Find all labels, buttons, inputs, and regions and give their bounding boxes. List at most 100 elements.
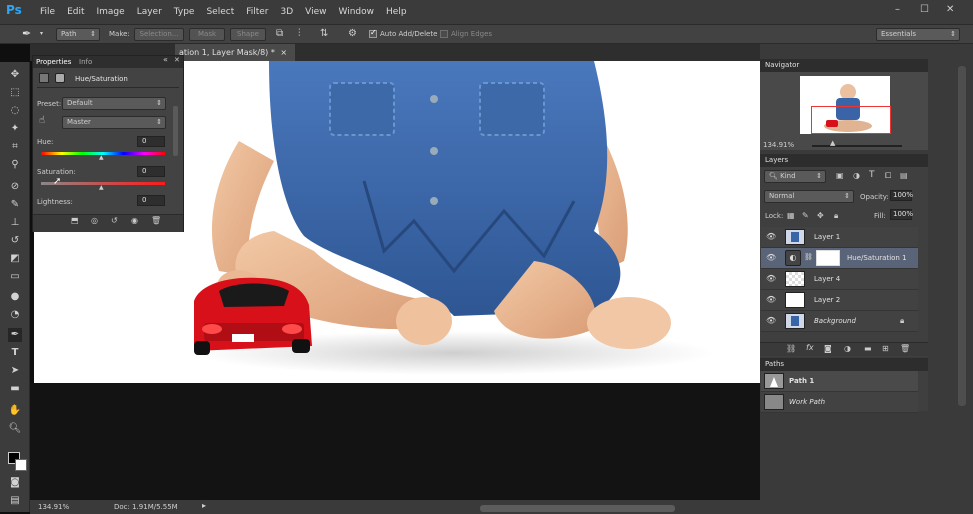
- layer-name[interactable]: Layer 2: [814, 296, 840, 304]
- menu-layer[interactable]: Layer: [137, 7, 162, 17]
- menu-file[interactable]: File: [40, 7, 55, 17]
- align-edges-checkbox[interactable]: [440, 30, 448, 38]
- layer-name[interactable]: Layer 4: [814, 275, 840, 283]
- menu-3d[interactable]: 3D: [281, 7, 294, 17]
- make-shape-button[interactable]: Shape: [230, 28, 266, 41]
- path-alignment-icon[interactable]: ⫶: [298, 28, 301, 39]
- delete-icon[interactable]: 🗑︎: [151, 216, 161, 225]
- crop-tool-icon[interactable]: ⌗: [8, 140, 22, 154]
- hand-tool-icon[interactable]: ✋: [8, 404, 22, 418]
- panel-collapse-icon[interactable]: «: [163, 55, 168, 64]
- lock-position-icon[interactable]: ✥: [817, 211, 824, 220]
- new-group-icon[interactable]: ▬: [864, 344, 872, 353]
- vertical-scrollbar[interactable]: [958, 66, 966, 406]
- status-menu-arrow-icon[interactable]: ▸: [202, 501, 206, 510]
- lock-transparency-icon[interactable]: ▦: [787, 211, 795, 220]
- layer-row-layer-2[interactable]: 👁︎ Layer 2: [761, 290, 918, 311]
- pen-tool-icon[interactable]: ✒: [22, 27, 31, 40]
- visibility-eye-icon[interactable]: ◉: [131, 216, 138, 225]
- hue-value-field[interactable]: 0: [137, 136, 165, 147]
- menu-select[interactable]: Select: [206, 7, 234, 17]
- fill-field[interactable]: 100%: [890, 209, 913, 220]
- zoom-level[interactable]: 134.91%: [38, 503, 69, 511]
- tool-preset-chevron-icon[interactable]: ▾: [40, 30, 43, 37]
- visibility-eye-icon[interactable]: 👁︎: [766, 232, 776, 241]
- zoom-tool-icon[interactable]: 🔍︎: [8, 422, 22, 436]
- new-adjustment-icon[interactable]: ◑: [844, 344, 851, 353]
- layer-name[interactable]: Background: [814, 317, 856, 325]
- menu-filter[interactable]: Filter: [246, 7, 268, 17]
- close-window-button[interactable]: ✕: [946, 4, 954, 15]
- lasso-tool-icon[interactable]: ◌: [8, 104, 22, 118]
- menu-edit[interactable]: Edit: [67, 7, 84, 17]
- reset-icon[interactable]: ↺: [111, 216, 118, 225]
- layer-row-hue-saturation-1[interactable]: 👁︎ ◐ ⛓ Hue/Saturation 1: [761, 248, 918, 269]
- mask-link-icon[interactable]: ⛓: [804, 253, 813, 261]
- layer-row-background[interactable]: 👁︎ Background 🔒︎: [761, 311, 918, 332]
- layer-mask-thumbnail[interactable]: [816, 250, 840, 266]
- healing-brush-tool-icon[interactable]: ⊘: [8, 180, 22, 194]
- delete-layer-icon[interactable]: 🗑︎: [900, 344, 910, 353]
- quick-mask-icon[interactable]: ◙: [8, 476, 22, 490]
- visibility-eye-icon[interactable]: 👁︎: [766, 253, 776, 262]
- horizontal-scrollbar[interactable]: [480, 505, 675, 512]
- clip-to-layer-icon[interactable]: ⬒: [71, 216, 79, 225]
- marquee-tool-icon[interactable]: ⬚: [8, 86, 22, 100]
- blur-tool-icon[interactable]: ●: [8, 290, 22, 304]
- hue-slider-thumb[interactable]: ▲: [99, 154, 104, 161]
- saturation-value-field[interactable]: 0: [137, 166, 165, 177]
- path-row-work-path[interactable]: Work Path: [761, 392, 918, 413]
- fx-icon[interactable]: fx: [806, 343, 814, 352]
- lock-all-icon[interactable]: 🔒︎: [834, 211, 838, 221]
- lightness-value-field[interactable]: 0: [137, 195, 165, 206]
- menu-window[interactable]: Window: [339, 7, 375, 17]
- path-operations-icon[interactable]: ⧉: [276, 28, 283, 39]
- layer-filter-select[interactable]: 🔍︎ Kind ⇕: [764, 170, 826, 183]
- document-tab[interactable]: ation 1, Layer Mask/8) * ×: [175, 44, 295, 61]
- clone-stamp-tool-icon[interactable]: ⊥: [8, 216, 22, 230]
- path-row-path-1[interactable]: Path 1: [761, 371, 918, 392]
- tab-info[interactable]: Info: [79, 58, 92, 66]
- path-name[interactable]: Work Path: [789, 398, 825, 406]
- history-brush-tool-icon[interactable]: ↺: [8, 234, 22, 248]
- blend-mode-select[interactable]: Normal ⇕: [764, 190, 854, 203]
- minimize-button[interactable]: –: [895, 4, 900, 15]
- filter-type-icon[interactable]: T: [869, 170, 875, 180]
- layer-row-layer-1[interactable]: 👁︎ Layer 1: [761, 227, 918, 248]
- menu-view[interactable]: View: [305, 7, 326, 17]
- auto-add-delete-checkbox[interactable]: ✓: [369, 28, 377, 38]
- mask-icon[interactable]: [55, 73, 65, 83]
- filter-smart-object-icon[interactable]: ▤: [900, 171, 908, 180]
- type-tool-icon[interactable]: T: [8, 346, 22, 360]
- opacity-field[interactable]: 100%: [890, 190, 913, 201]
- make-selection-button[interactable]: Selection...: [134, 28, 184, 41]
- eraser-tool-icon[interactable]: ◩: [8, 252, 22, 266]
- saturation-slider-thumb[interactable]: ▲: [99, 184, 104, 191]
- visibility-eye-icon[interactable]: 👁︎: [766, 274, 776, 283]
- navigator-zoom[interactable]: 134.91%: [763, 141, 794, 149]
- brush-tool-icon[interactable]: ✎: [8, 198, 22, 212]
- view-previous-icon[interactable]: ◎: [91, 216, 98, 225]
- filter-adjustment-icon[interactable]: ◑: [853, 171, 860, 180]
- gear-icon[interactable]: ⚙: [348, 28, 357, 39]
- layer-name[interactable]: Layer 1: [814, 233, 840, 241]
- visibility-eye-icon[interactable]: 👁︎: [766, 316, 776, 325]
- channel-select[interactable]: Master ⇕: [62, 116, 166, 129]
- rectangle-tool-icon[interactable]: ▬: [8, 382, 22, 396]
- gradient-tool-icon[interactable]: ▭: [8, 270, 22, 284]
- make-mask-button[interactable]: Mask: [189, 28, 225, 41]
- maximize-button[interactable]: ☐: [920, 4, 929, 15]
- link-layers-icon[interactable]: ⛓: [786, 344, 796, 353]
- layer-name[interactable]: Hue/Saturation 1: [847, 254, 907, 262]
- menu-image[interactable]: Image: [97, 7, 125, 17]
- panel-close-icon[interactable]: ✕: [174, 56, 180, 64]
- navigator-view-box[interactable]: [811, 106, 891, 134]
- properties-scrollbar[interactable]: [173, 106, 178, 156]
- menu-type[interactable]: Type: [174, 7, 195, 17]
- move-tool-icon[interactable]: ✥: [8, 68, 22, 82]
- layer-row-layer-4[interactable]: 👁︎ Layer 4: [761, 269, 918, 290]
- tab-close-icon[interactable]: ×: [280, 48, 287, 57]
- targeted-adjustment-hand-icon[interactable]: ☝: [39, 115, 45, 126]
- workspace-select[interactable]: Essentials ⇕: [876, 28, 960, 41]
- navigator-zoom-slider[interactable]: [812, 145, 902, 147]
